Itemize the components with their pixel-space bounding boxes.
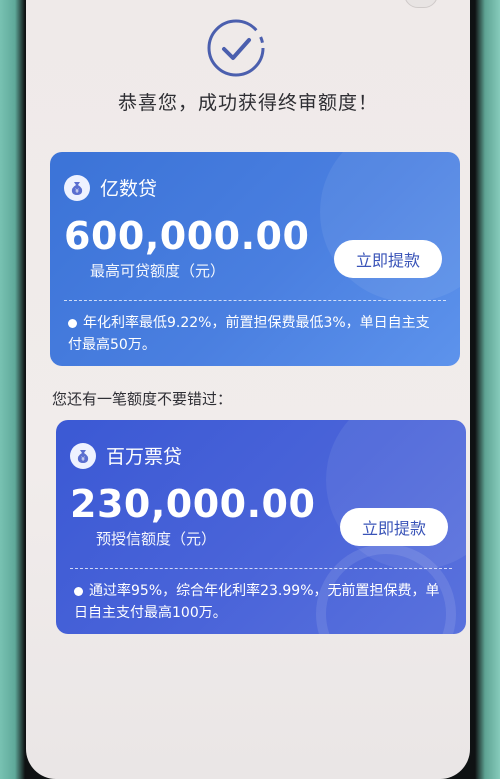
loan-card-yishudai[interactable]: ¥ 亿数贷 600,000.00 最高可贷额度（元） 立即提款 年化利率最低9.… [50, 152, 460, 366]
card-header: ¥ 亿数贷 [64, 174, 157, 201]
product-name: 百万票贷 [106, 446, 183, 468]
section-note: 您还有一笔额度不要错过： [52, 390, 233, 408]
card-header: ¥ 百万票贷 [70, 442, 182, 469]
check-circle-icon [207, 19, 265, 77]
credit-amount-label: 最高可贷额度（元） [90, 262, 226, 280]
product-description: 年化利率最低9.22%，前置担保费最低3%，单日自主支付最高50万。 [68, 312, 440, 356]
svg-text:¥: ¥ [81, 456, 85, 463]
withdraw-button[interactable]: 立即提款 [340, 508, 448, 546]
product-name: 亿数贷 [100, 178, 158, 200]
success-title: 恭喜您，成功获得终审额度！ [117, 92, 378, 114]
camera-notch [404, 0, 438, 8]
svg-text:¥: ¥ [75, 188, 79, 195]
credit-amount: 230,000.00 [70, 482, 316, 526]
loan-card-baiwanpiaodai[interactable]: ¥ 百万票贷 230,000.00 预授信额度（元） 立即提款 通过率95%，综… [56, 420, 466, 634]
bullet-icon [68, 318, 77, 328]
money-bag-icon: ¥ [70, 442, 96, 469]
product-description: 通过率95%，综合年化利率23.99%，无前置担保费，单日自主支付最高100万。 [74, 580, 446, 624]
divider [70, 568, 452, 569]
withdraw-button[interactable]: 立即提款 [334, 240, 442, 278]
bullet-icon [74, 586, 83, 596]
money-bag-icon: ¥ [64, 174, 90, 201]
description-text: 年化利率最低9.22%，前置担保费最低3%，单日自主支付最高50万。 [68, 315, 430, 353]
description-text: 通过率95%，综合年化利率23.99%，无前置担保费，单日自主支付最高100万。 [74, 583, 440, 621]
credit-amount-label: 预授信额度（元） [96, 530, 217, 548]
divider [64, 300, 446, 301]
credit-amount: 600,000.00 [64, 214, 310, 258]
app-screen: 恭喜您，成功获得终审额度！ ¥ 亿数贷 600,000.00 最高可贷额度（元）… [26, 0, 470, 779]
card-decoration [320, 152, 460, 302]
